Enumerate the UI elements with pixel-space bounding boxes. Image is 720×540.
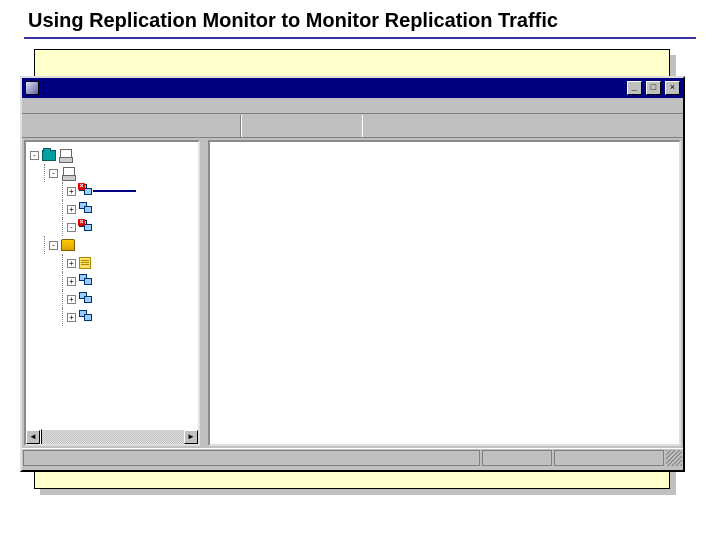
app-icon	[25, 81, 39, 95]
tree-root[interactable]: -	[30, 146, 198, 164]
content-pane[interactable]	[208, 140, 681, 446]
tree-node[interactable]: +	[30, 308, 198, 326]
status-cell	[482, 450, 552, 466]
expander-icon[interactable]: +	[67, 187, 76, 196]
scroll-left-button[interactable]: ◄	[26, 430, 40, 444]
app-window: _ □ × -	[20, 76, 685, 472]
monitor-pair-icon	[79, 292, 93, 306]
menubar[interactable]	[22, 98, 683, 114]
tree-group-header[interactable]: -	[30, 236, 198, 254]
client-area: - -	[22, 138, 683, 448]
scroll-right-button[interactable]: ►	[184, 430, 198, 444]
toolbar[interactable]	[22, 114, 683, 138]
monitor-pair-error-icon: ×	[79, 220, 93, 234]
splitter[interactable]	[202, 138, 206, 448]
toolbar-separator	[240, 115, 242, 137]
expander-icon[interactable]: +	[67, 295, 76, 304]
tree-node-label	[93, 190, 136, 192]
status-main	[23, 450, 480, 466]
expander-icon[interactable]: -	[49, 169, 58, 178]
tree-node[interactable]: - ×	[30, 218, 198, 236]
scrollbar-thumb[interactable]	[40, 429, 42, 446]
expander-icon[interactable]: +	[67, 277, 76, 286]
tree-node[interactable]: +	[30, 290, 198, 308]
title-underline	[24, 37, 696, 39]
server-icon	[58, 148, 72, 162]
background-panel: _ □ × -	[34, 49, 670, 489]
tree: - -	[26, 142, 198, 444]
tree-group-header[interactable]: -	[30, 164, 198, 182]
close-button[interactable]: ×	[665, 81, 680, 95]
tree-node[interactable]: +	[30, 200, 198, 218]
scrollbar-track[interactable]	[40, 430, 184, 444]
monitor-pair-icon	[79, 202, 93, 216]
expander-icon[interactable]: -	[67, 223, 76, 232]
tree-node[interactable]: +	[30, 254, 198, 272]
book-icon	[79, 257, 91, 269]
maximize-button[interactable]: □	[646, 81, 661, 95]
tree-pane[interactable]: - -	[24, 140, 200, 446]
tree-node[interactable]: +	[30, 272, 198, 290]
status-cell	[554, 450, 664, 466]
toolbar-fill	[362, 115, 683, 137]
server-icon	[61, 166, 75, 180]
expander-icon[interactable]: +	[67, 205, 76, 214]
folder-icon	[42, 150, 56, 161]
expander-icon[interactable]: -	[30, 151, 39, 160]
monitor-pair-error-icon: ×	[79, 184, 93, 198]
titlebar[interactable]: _ □ ×	[22, 78, 683, 98]
resize-grip-icon[interactable]	[666, 450, 682, 466]
stage: _ □ × -	[34, 49, 686, 489]
minimize-button[interactable]: _	[627, 81, 642, 95]
slide-title: Using Replication Monitor to Monitor Rep…	[0, 0, 720, 37]
horizontal-scrollbar[interactable]: ◄ ►	[26, 430, 198, 444]
monitor-pair-icon	[79, 274, 93, 288]
statusbar	[22, 448, 683, 466]
tree-node[interactable]: + ×	[30, 182, 198, 200]
expander-icon[interactable]: +	[67, 313, 76, 322]
expander-icon[interactable]: +	[67, 259, 76, 268]
expander-icon[interactable]: -	[49, 241, 58, 250]
monitor-pair-icon	[79, 310, 93, 324]
publication-icon	[61, 239, 75, 251]
